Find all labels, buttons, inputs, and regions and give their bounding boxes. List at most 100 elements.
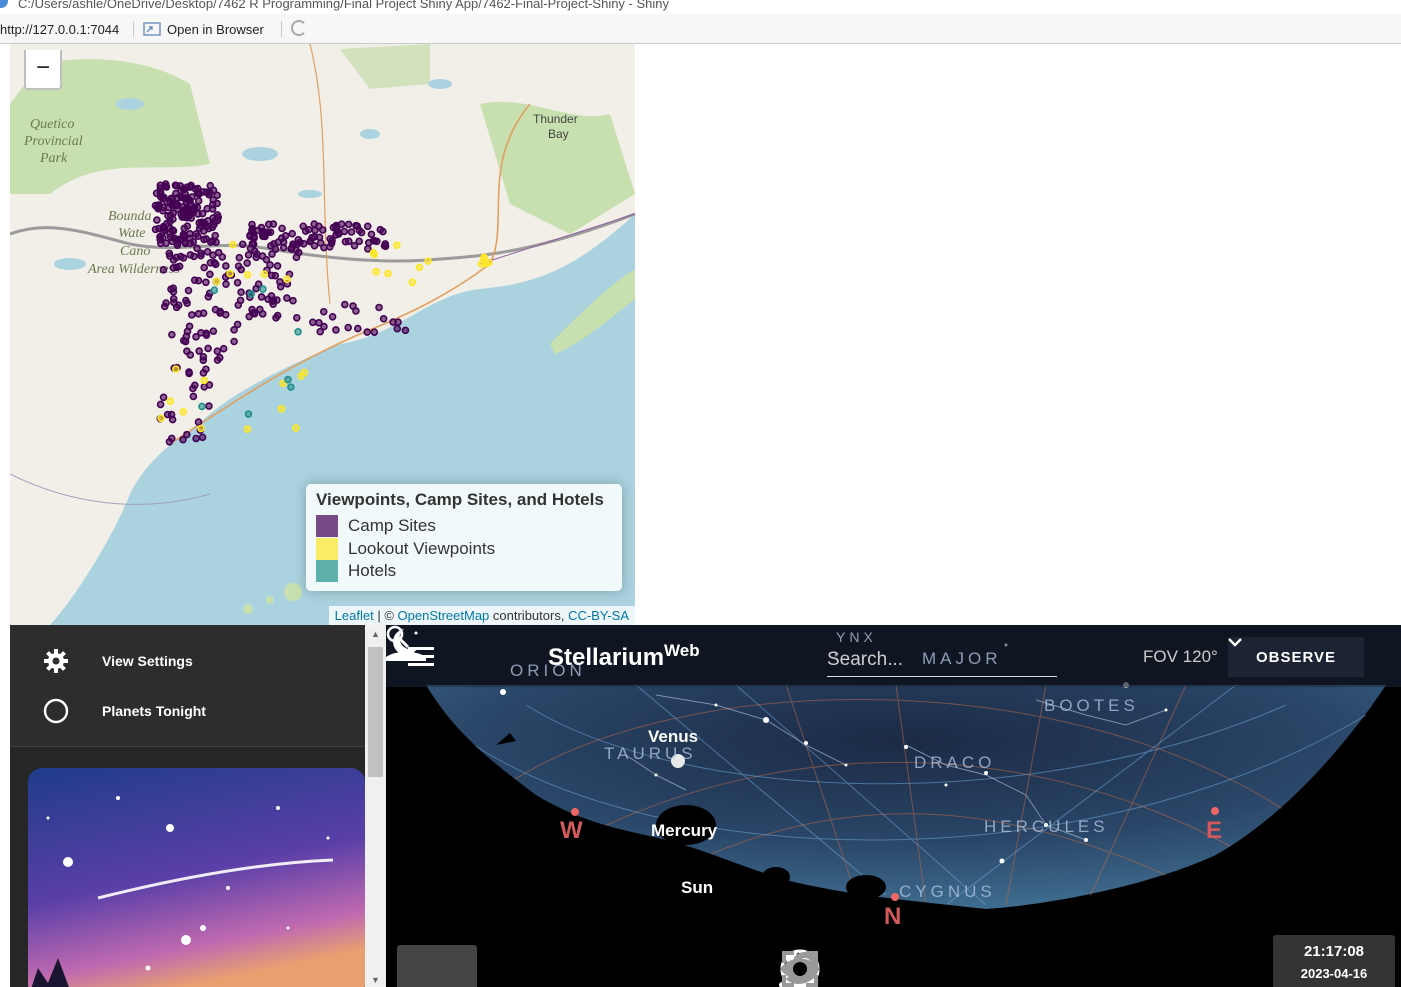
map-marker[interactable] (244, 251, 253, 259)
map-marker[interactable] (283, 294, 291, 302)
map-marker[interactable] (226, 269, 234, 278)
map-marker[interactable] (247, 290, 256, 298)
map-marker[interactable] (218, 253, 227, 261)
map-marker[interactable] (182, 296, 190, 305)
map-marker[interactable] (278, 224, 286, 233)
map-marker[interactable] (258, 310, 267, 318)
map-marker[interactable] (184, 286, 193, 295)
map-marker[interactable] (353, 324, 362, 333)
map-marker[interactable] (345, 237, 353, 246)
map-marker[interactable] (191, 381, 199, 390)
map-marker[interactable] (281, 232, 290, 240)
map-marker[interactable] (230, 337, 238, 346)
reload-icon[interactable] (291, 20, 307, 36)
map-marker[interactable] (172, 189, 180, 198)
map-marker[interactable] (250, 234, 258, 242)
map-marker[interactable] (243, 259, 251, 267)
map-marker[interactable] (202, 278, 210, 287)
map-marker[interactable] (160, 302, 169, 311)
map-marker[interactable] (243, 271, 252, 279)
scrollbar-thumb[interactable] (368, 647, 383, 777)
map-marker[interactable] (233, 320, 242, 329)
map-marker[interactable] (156, 188, 165, 197)
map-marker[interactable] (250, 309, 259, 318)
map-marker[interactable] (222, 262, 230, 270)
map-marker[interactable] (182, 198, 191, 207)
map-marker[interactable] (186, 183, 194, 191)
map-marker[interactable] (210, 286, 219, 294)
map-marker[interactable] (179, 254, 188, 262)
map-marker[interactable] (157, 414, 165, 423)
map-marker[interactable] (189, 392, 198, 401)
map-marker[interactable] (292, 424, 300, 432)
leaflet-link[interactable]: Leaflet (335, 608, 374, 623)
leaflet-map[interactable]: Quetico Provincial Park Bounda Wate Cano… (10, 44, 635, 625)
license-link[interactable]: CC-BY-SA (568, 608, 629, 623)
map-marker[interactable] (211, 260, 220, 269)
map-marker[interactable] (213, 216, 222, 225)
map-marker[interactable] (252, 250, 261, 258)
map-marker[interactable] (328, 312, 337, 321)
map-marker[interactable] (204, 224, 213, 233)
map-marker[interactable] (159, 222, 168, 231)
map-marker[interactable] (181, 189, 189, 198)
map-marker[interactable] (337, 220, 346, 228)
zoom-out-button[interactable]: − (24, 50, 62, 90)
map-marker[interactable] (292, 253, 301, 262)
map-marker[interactable] (344, 220, 353, 229)
map-marker[interactable] (394, 318, 402, 327)
map-marker[interactable] (379, 227, 387, 236)
map-marker[interactable] (197, 424, 205, 433)
map-marker[interactable] (200, 383, 209, 391)
map-marker[interactable] (384, 269, 392, 278)
map-marker[interactable] (190, 203, 199, 211)
map-marker[interactable] (370, 328, 379, 336)
map-marker[interactable] (237, 288, 245, 296)
map-marker[interactable] (308, 318, 317, 327)
map-marker[interactable] (318, 226, 327, 234)
map-marker[interactable] (189, 238, 198, 246)
map-marker[interactable] (316, 239, 325, 247)
map-marker[interactable] (200, 263, 209, 272)
map-marker[interactable] (288, 229, 297, 238)
map-marker[interactable] (194, 197, 203, 205)
observe-button[interactable]: OBSERVE (1228, 637, 1364, 677)
map-marker[interactable] (289, 296, 297, 305)
map-marker[interactable] (238, 240, 247, 249)
location-button[interactable] (397, 945, 477, 987)
map-marker[interactable] (287, 383, 295, 391)
map-marker[interactable] (168, 415, 177, 424)
map-marker[interactable] (259, 285, 267, 293)
map-marker[interactable] (221, 310, 230, 319)
map-marker[interactable] (165, 249, 174, 258)
map-marker[interactable] (208, 237, 217, 245)
map-marker[interactable] (264, 295, 272, 304)
map-marker[interactable] (319, 307, 328, 316)
map-marker[interactable] (229, 240, 237, 249)
map-marker[interactable] (209, 327, 218, 335)
map-marker[interactable] (237, 265, 245, 274)
map-marker[interactable] (202, 329, 211, 338)
map-marker[interactable] (204, 217, 212, 225)
map-marker[interactable] (156, 400, 165, 409)
url-text[interactable]: http://127.0.0.1:7044 (0, 22, 119, 37)
map-marker[interactable] (183, 327, 192, 336)
map-marker[interactable] (197, 251, 205, 260)
map-marker[interactable] (350, 241, 359, 250)
map-marker[interactable] (310, 220, 318, 228)
map-marker[interactable] (163, 410, 172, 419)
map-marker[interactable] (200, 376, 209, 385)
map-marker[interactable] (172, 365, 180, 373)
map-marker[interactable] (185, 369, 193, 378)
map-marker[interactable] (283, 275, 291, 284)
mercury-label[interactable]: Mercury (651, 821, 717, 841)
map-marker[interactable] (353, 222, 362, 230)
map-marker[interactable] (485, 258, 493, 267)
fullscreen-icon[interactable] (778, 947, 822, 987)
map-marker[interactable] (372, 268, 380, 276)
map-marker[interactable] (424, 257, 432, 265)
map-marker[interactable] (169, 287, 178, 296)
planets-tonight-item[interactable]: Planets Tonight (10, 686, 365, 736)
map-marker[interactable] (206, 270, 214, 279)
view-settings-item[interactable]: View Settings (10, 636, 365, 686)
